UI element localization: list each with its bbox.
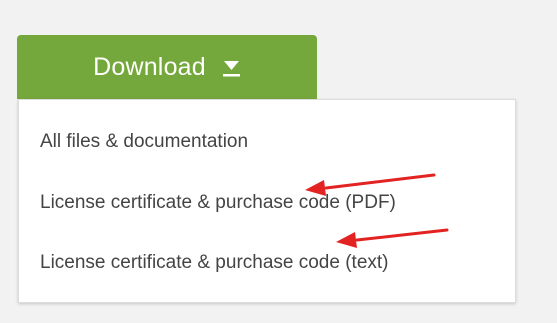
menu-item-all-files[interactable]: All files & documentation — [40, 131, 248, 153]
caret-down-icon — [222, 61, 240, 77]
download-button[interactable]: Download — [17, 35, 317, 99]
menu-item-license-pdf[interactable]: License certificate & purchase code (PDF… — [40, 192, 396, 214]
menu-item-license-text[interactable]: License certificate & purchase code (tex… — [40, 252, 389, 274]
download-dropdown-menu: All files & documentation License certif… — [18, 99, 516, 303]
download-button-label: Download — [93, 52, 206, 81]
